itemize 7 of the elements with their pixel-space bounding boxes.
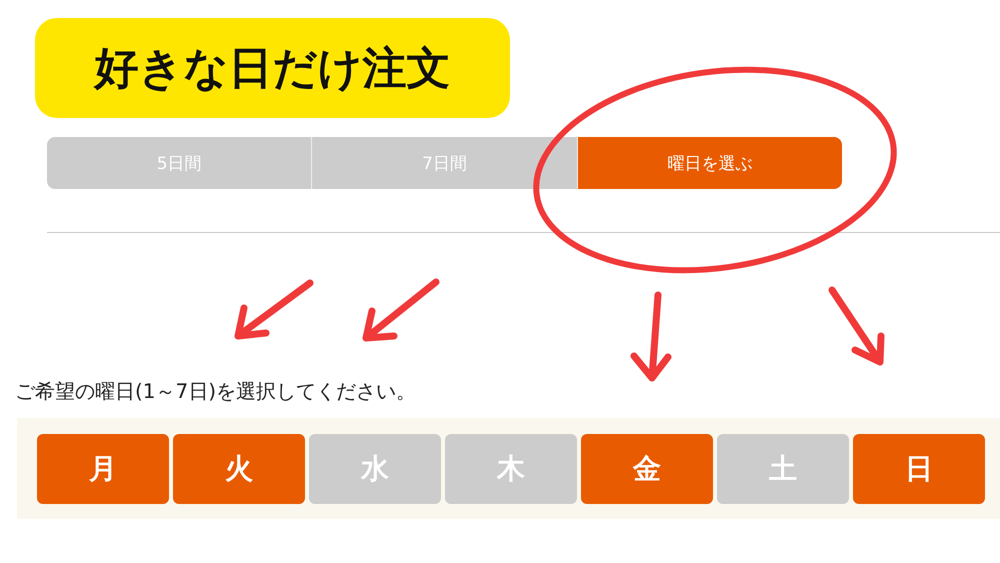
tab[interactable]: 曜日を選ぶ — [578, 137, 842, 189]
weekday-button[interactable]: 火 — [173, 434, 305, 504]
instruction-text: ご希望の曜日(1～7日)を選択してください。 — [15, 378, 418, 405]
weekday-button[interactable]: 月 — [37, 434, 169, 504]
weekday-button[interactable]: 金 — [581, 434, 713, 504]
title-banner: 好きな日だけ注文 — [35, 18, 510, 118]
weekday-button[interactable]: 日 — [853, 434, 985, 504]
